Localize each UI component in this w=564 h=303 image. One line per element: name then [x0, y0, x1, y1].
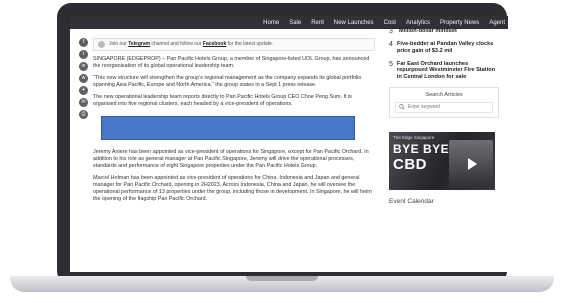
news-item[interactable]: 4 Five-bedder at Pandan Valley clocks pr…	[389, 41, 499, 55]
nav-cost[interactable]: Cost	[384, 20, 396, 26]
nav-property-news[interactable]: Property News	[440, 20, 479, 26]
advertisement-banner[interactable]	[101, 116, 355, 140]
event-calendar-title: Event Calendar	[389, 197, 434, 205]
banner-headline-2: CBD	[393, 155, 427, 173]
telegram-icon[interactable]: ✈	[79, 86, 88, 95]
nav-new-launches[interactable]: New Launches	[334, 20, 374, 26]
nav-home[interactable]: Home	[263, 20, 279, 26]
twitter-icon[interactable]: t	[79, 50, 88, 59]
video-banner-ad[interactable]: The Edge Singapore BYE BYE CBD	[389, 131, 495, 190]
nav-analytics[interactable]: Analytics	[406, 20, 430, 26]
laptop-notch	[246, 276, 318, 281]
email-icon[interactable]: ✉	[79, 98, 88, 107]
news-item[interactable]: 5 Far East Orchard launches repurposed W…	[389, 61, 499, 81]
article-paragraph: Jeremy Aniere has been appointed as vice…	[93, 149, 369, 169]
article-body: Join our Telegram channel and follow our…	[93, 38, 375, 203]
nav-agent[interactable]: Agent	[489, 20, 505, 26]
telegram-link[interactable]: Telegram	[128, 41, 150, 47]
search-title: Search Articles	[425, 91, 463, 98]
facebook-icon[interactable]: f	[79, 38, 88, 47]
linkedin-icon[interactable]: in	[79, 62, 88, 71]
article-paragraph: “This new structure will strengthen the …	[93, 75, 362, 88]
nav-rent[interactable]: Rent	[311, 20, 324, 26]
print-icon[interactable]: ⎙	[79, 110, 88, 119]
search-field[interactable]	[395, 101, 493, 113]
search-icon[interactable]	[399, 104, 405, 111]
banner-headline-1: BYE BYE	[393, 141, 450, 156]
banner-brand: The Edge Singapore	[393, 134, 435, 140]
nav-sale[interactable]: Sale	[289, 20, 301, 26]
article-paragraph: The new operational leadership team repo…	[93, 94, 352, 107]
search-articles-widget: Search Articles	[389, 86, 499, 118]
social-icon	[98, 41, 105, 48]
facebook-link[interactable]: Facebook	[203, 41, 226, 47]
search-input[interactable]	[408, 103, 488, 111]
right-sidebar: 3 Million-dollar mindset 4 Five-bedder a…	[389, 28, 499, 205]
promo-text: Join our Telegram channel and follow our…	[109, 41, 274, 47]
social-promo-banner: Join our Telegram channel and follow our…	[93, 38, 375, 51]
whatsapp-icon[interactable]: w	[79, 74, 88, 83]
article-paragraph: SINGAPORE (EDGEPROP) – Pan Pacific Hotel…	[93, 56, 370, 69]
play-icon[interactable]	[468, 157, 477, 170]
share-rail: f t in w ✈ ✉ ⎙	[79, 38, 89, 119]
article-paragraph: Marcel Holman has been appointed as vice…	[93, 175, 372, 202]
news-item[interactable]: 3 Million-dollar mindset	[389, 28, 499, 35]
browser-screen: Home Sale Rent New Launches Cost Analyti…	[70, 16, 508, 272]
